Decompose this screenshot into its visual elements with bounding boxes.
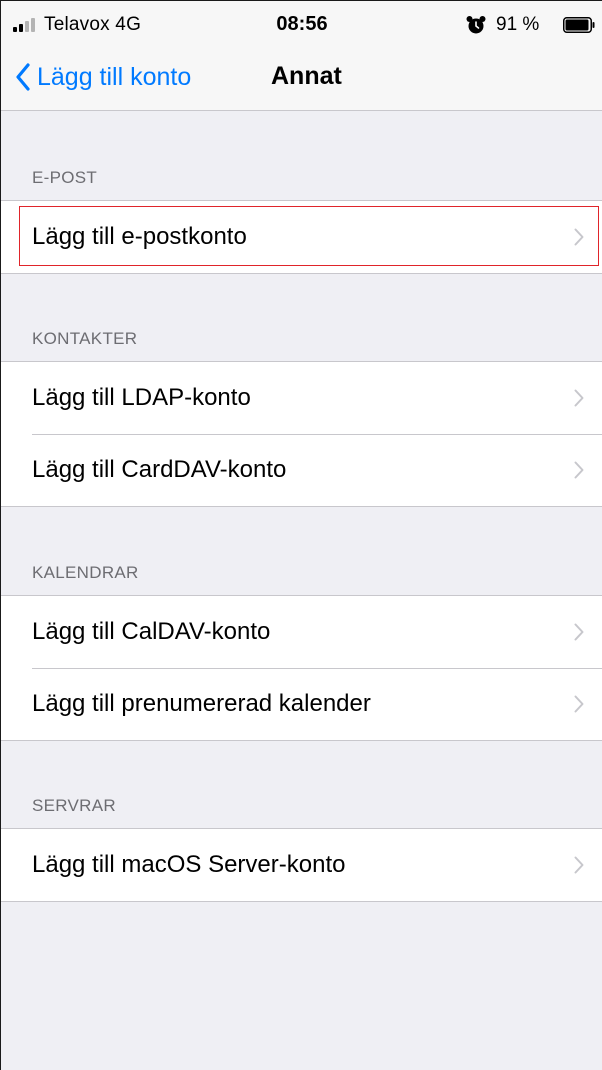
row-add-caldav-account[interactable]: Lägg till CalDAV-konto bbox=[1, 596, 602, 668]
settings-screen: Telavox 4G 08:56 91 % Lägg till konto An… bbox=[0, 0, 602, 1070]
row-add-ldap-account[interactable]: Lägg till LDAP-konto bbox=[1, 362, 602, 434]
top-bar: Telavox 4G 08:56 91 % Lägg till konto An… bbox=[1, 1, 602, 111]
status-bar: Telavox 4G 08:56 91 % bbox=[1, 1, 602, 41]
back-button-label: Lägg till konto bbox=[37, 62, 192, 91]
row-add-macos-server-account[interactable]: Lägg till macOS Server-konto bbox=[1, 829, 602, 901]
row-label: Lägg till e-postkonto bbox=[32, 223, 247, 250]
section-group-contacts: Lägg till LDAP-konto Lägg till CardDAV-k… bbox=[1, 361, 602, 507]
section-header-email: E-POST bbox=[32, 168, 98, 187]
chevron-right-icon bbox=[574, 461, 584, 479]
battery-percent: 91 % bbox=[496, 14, 540, 35]
chevron-right-icon bbox=[574, 389, 584, 407]
chevron-right-icon bbox=[574, 623, 584, 641]
section-header-calendars: KALENDRAR bbox=[32, 563, 139, 582]
section-group-email: Lägg till e-postkonto bbox=[1, 200, 602, 274]
battery-icon bbox=[563, 17, 595, 33]
chevron-right-icon bbox=[574, 856, 584, 874]
row-label: Lägg till CardDAV-konto bbox=[32, 456, 287, 483]
chevron-right-icon bbox=[574, 228, 584, 246]
alarm-clock-icon bbox=[466, 16, 486, 34]
row-label: Lägg till CalDAV-konto bbox=[32, 618, 271, 645]
row-label: Lägg till macOS Server-konto bbox=[32, 851, 346, 878]
row-add-email-account[interactable]: Lägg till e-postkonto bbox=[1, 201, 602, 273]
section-header-servers: SERVRAR bbox=[32, 796, 116, 815]
section-group-servers: Lägg till macOS Server-konto bbox=[1, 828, 602, 902]
chevron-left-icon bbox=[16, 63, 30, 91]
section-group-calendars: Lägg till CalDAV-konto Lägg till prenume… bbox=[1, 595, 602, 741]
row-add-subscribed-calendar[interactable]: Lägg till prenumererad kalender bbox=[1, 668, 602, 740]
row-label: Lägg till LDAP-konto bbox=[32, 384, 251, 411]
back-button[interactable]: Lägg till konto bbox=[15, 59, 191, 95]
page-title: Annat bbox=[271, 62, 342, 90]
row-add-carddav-account[interactable]: Lägg till CardDAV-konto bbox=[1, 434, 602, 506]
section-header-contacts: KONTAKTER bbox=[32, 329, 138, 348]
chevron-right-icon bbox=[574, 695, 584, 713]
row-label: Lägg till prenumererad kalender bbox=[32, 690, 371, 717]
